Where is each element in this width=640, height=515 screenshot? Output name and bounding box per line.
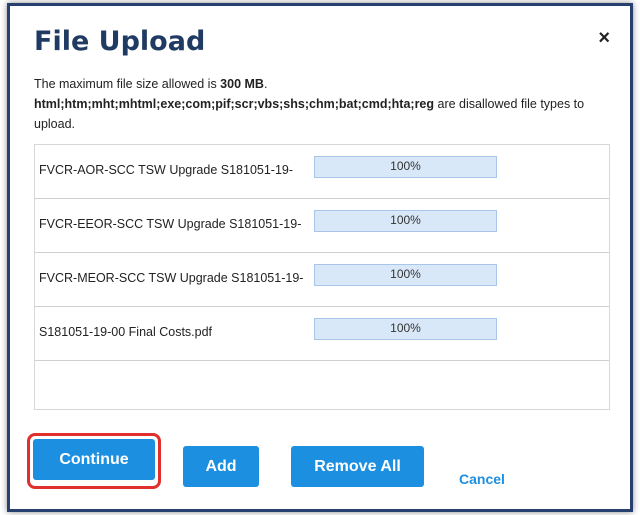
dialog-title: File Upload — [34, 26, 206, 57]
progress-label: 100% — [390, 321, 421, 335]
file-name: S181051-19-00 Final Costs.pdf — [39, 325, 213, 339]
file-name: FVCR-EEOR-SCC TSW Upgrade S181051-19- — [39, 217, 302, 231]
progress-bar: 100% — [314, 156, 497, 178]
max-size-prefix: The maximum file size allowed is — [34, 77, 221, 91]
file-list[interactable]: FVCR-AOR-SCC TSW Upgrade S181051-19- 100… — [34, 144, 610, 410]
max-size-suffix: . — [263, 77, 268, 91]
add-button[interactable]: Add — [183, 446, 259, 487]
max-size-line: The maximum file size allowed is 300 MB. — [34, 74, 624, 94]
upload-info: The maximum file size allowed is 300 MB.… — [34, 74, 624, 134]
progress-bar: 100% — [314, 264, 497, 286]
progress-label: 100% — [390, 213, 421, 227]
progress-label: 100% — [390, 159, 421, 173]
disallowed-types: html;htm;mht;mhtml;exe;com;pif;scr;vbs;s… — [34, 97, 435, 111]
file-name: FVCR-MEOR-SCC TSW Upgrade S181051-19- — [39, 271, 304, 285]
progress-bar: 100% — [314, 210, 497, 232]
disallowed-types-line: html;htm;mht;mhtml;exe;com;pif;scr;vbs;s… — [34, 94, 624, 134]
progress-label: 100% — [390, 267, 421, 281]
close-icon[interactable]: × — [598, 28, 610, 48]
file-name: FVCR-AOR-SCC TSW Upgrade S181051-19- — [39, 163, 294, 177]
file-row: FVCR-MEOR-SCC TSW Upgrade S181051-19- 10… — [35, 253, 609, 307]
file-row: S181051-19-00 Final Costs.pdf 100% — [35, 307, 609, 361]
progress-bar: 100% — [314, 318, 497, 340]
max-size-value: 300 MB — [220, 77, 264, 91]
file-row: FVCR-EEOR-SCC TSW Upgrade S181051-19- 10… — [35, 199, 609, 253]
file-row: FVCR-AOR-SCC TSW Upgrade S181051-19- 100… — [35, 145, 609, 199]
remove-all-button[interactable]: Remove All — [291, 446, 424, 487]
file-upload-dialog: File Upload × The maximum file size allo… — [7, 3, 633, 512]
cancel-link[interactable]: Cancel — [459, 471, 505, 487]
continue-button[interactable]: Continue — [33, 439, 155, 480]
